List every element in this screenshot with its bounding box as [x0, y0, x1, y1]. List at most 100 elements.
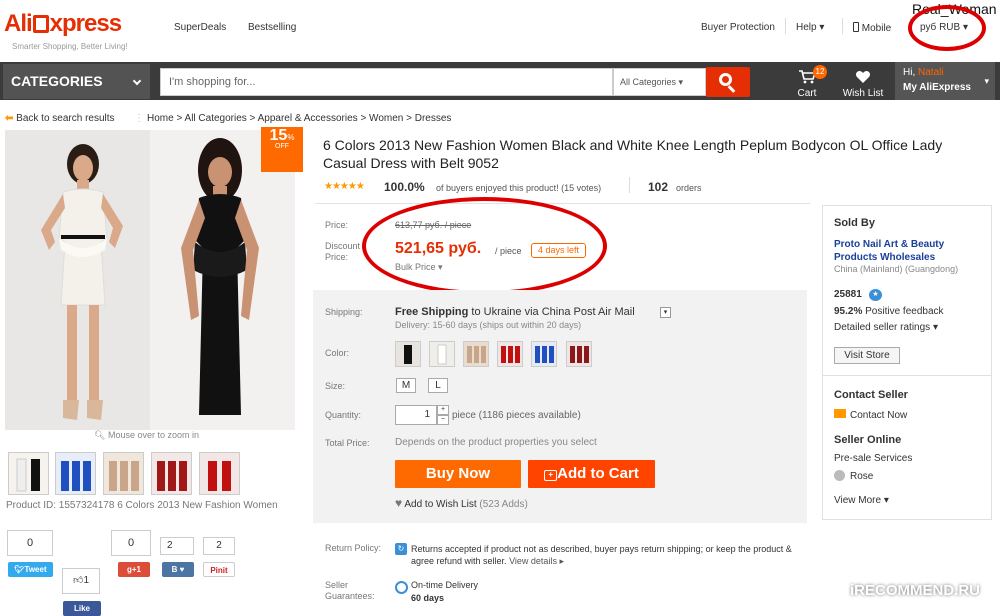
contact-now-link[interactable]: Contact Now [834, 409, 907, 421]
heart-icon: ♥ [395, 496, 403, 510]
ontime-delivery: On-time Delivery [411, 580, 479, 590]
tagline: Smarter Shopping, Better Living! [12, 42, 128, 51]
clock-icon [395, 581, 408, 594]
divider [785, 18, 786, 34]
rating-text: of buyers enjoyed this product! (15 vote… [436, 183, 602, 193]
arrow-left-icon: ⬅ [5, 113, 14, 124]
color-swatch-beige[interactable] [463, 341, 489, 367]
chevron-down-icon [132, 76, 142, 86]
product-title: 6 Colors 2013 New Fashion Women Black an… [323, 137, 943, 171]
orders-count: 102 [648, 180, 669, 194]
mobile-link[interactable]: Mobile [853, 22, 891, 34]
annotation-circle-currency [908, 5, 986, 51]
back-to-results-link[interactable]: ⬅ Back to search results [5, 113, 115, 124]
tweet-button[interactable]: 🐦︎Tweet [8, 562, 53, 577]
add-to-wishlist-link[interactable]: ♥ Add to Wish List (523 Adds) [395, 496, 528, 510]
bestselling-link[interactable]: Bestselling [248, 22, 296, 33]
shipping-dropdown[interactable]: ▾ [660, 307, 671, 318]
seller-location: China (Mainland) (Guangdong) [834, 264, 959, 274]
aliexpress-logo[interactable]: Ali xpress [4, 10, 122, 38]
detailed-ratings-link[interactable]: Detailed seller ratings ▾ [834, 322, 938, 333]
total-price-text: Depends on the product properties you se… [395, 437, 597, 448]
cart-count-badge: 12 [813, 65, 827, 79]
color-swatch-blue[interactable] [531, 341, 557, 367]
thumbnail[interactable] [55, 452, 96, 495]
buyer-protection-link[interactable]: Buyer Protection [701, 22, 775, 33]
ontime-days: 60 days [411, 593, 445, 603]
star-rating-icon: ★★★★★ [324, 181, 365, 192]
chevron-down-icon: ▾ [678, 77, 684, 87]
color-swatch-red[interactable] [497, 341, 523, 367]
facebook-count: 👍︎1 [62, 568, 100, 594]
view-more-link[interactable]: View More ▾ [834, 495, 889, 506]
color-swatch-black[interactable] [395, 341, 421, 367]
orders-label: orders [676, 183, 702, 193]
product-photo [5, 130, 295, 430]
facebook-like-button[interactable]: Like [63, 601, 101, 616]
product-main-image[interactable] [5, 130, 295, 430]
chevron-down-icon: ▾ [819, 22, 825, 33]
pinterest-button[interactable]: Pinit [203, 562, 235, 577]
agent-rose[interactable]: Rose [834, 470, 873, 482]
buy-now-button[interactable]: Buy Now [395, 460, 521, 488]
phone-icon [853, 22, 859, 32]
thumbnail[interactable] [103, 452, 144, 495]
breadcrumb[interactable]: Home > All Categories > Apparel & Access… [147, 113, 451, 124]
view-details-link[interactable]: View details ▸ [509, 556, 564, 566]
search-button[interactable] [706, 67, 750, 97]
chevron-down-icon: ▾ [984, 76, 989, 86]
heart-icon [855, 70, 871, 83]
size-option-m[interactable]: M [396, 378, 416, 393]
chevron-down-icon: ▾ [883, 495, 889, 506]
seller-score: 25881 [834, 289, 862, 300]
size-option-l[interactable]: L [428, 378, 448, 393]
quantity-increase[interactable]: + [437, 405, 449, 415]
twitter-icon: 🐦︎ [14, 565, 25, 574]
superdeals-link[interactable]: SuperDeals [174, 22, 226, 33]
positive-feedback: 95.2% Positive feedback [834, 306, 944, 317]
cart-icon: + [544, 470, 558, 481]
thumbnail[interactable] [199, 452, 240, 495]
pinterest-count: 2 [203, 537, 235, 555]
envelope-icon [834, 409, 846, 418]
tweet-count: 0 [7, 530, 53, 556]
quantity-available: piece (1186 pieces available) [452, 410, 581, 421]
product-id: Product ID: 1557324178 6 Colors 2013 New… [6, 500, 278, 511]
discount-badge: 15% OFF [261, 127, 303, 172]
site-watermark: iRECOMMEND.RU [850, 582, 980, 599]
store-name-link[interactable]: Proto Nail Art & Beauty Products Wholesal… [834, 238, 944, 264]
thumbnail[interactable] [8, 452, 49, 495]
heart-icon: ♥ [179, 565, 185, 574]
shipping-method: Free Shipping to Ukraine via China Post … [395, 306, 635, 318]
search-input[interactable]: I'm shopping for... [160, 68, 613, 96]
return-policy-text: Returns accepted if product not as descr… [411, 544, 792, 566]
vk-button[interactable]: B ♥ [162, 562, 194, 577]
medal-icon: ★ [869, 289, 882, 301]
visit-store-button[interactable]: Visit Store [834, 347, 900, 364]
thumbnail[interactable] [151, 452, 192, 495]
sold-by-heading: Sold By [834, 217, 875, 229]
wishlist-link[interactable]: Wish List [838, 70, 888, 99]
gplus-button[interactable]: g+1 [118, 562, 150, 577]
my-aliexpress-menu[interactable]: Hi, Natali My AliExpress ▾ [895, 62, 995, 100]
search-icon [719, 73, 732, 86]
quantity-decrease[interactable]: − [437, 415, 449, 425]
zoom-hint: 🔍︎ Mouse over to zoom in [94, 430, 199, 440]
search-category-select[interactable]: All Categories ▾ [613, 68, 706, 96]
help-menu[interactable]: Help ▾ [796, 22, 824, 33]
presale-label: Pre-sale Services [834, 453, 913, 464]
chevron-down-icon: ▾ [932, 322, 938, 333]
magnifier-icon: 🔍︎ [94, 430, 106, 440]
seller-online-heading: Seller Online [834, 434, 902, 446]
color-swatch-wine[interactable] [566, 341, 592, 367]
divider [842, 18, 843, 34]
gplus-count: 0 [111, 530, 151, 556]
return-icon: ↻ [395, 543, 407, 555]
rating-percent: 100.0% [384, 180, 425, 194]
categories-menu[interactable]: CATEGORIES [3, 64, 150, 99]
color-swatch-white[interactable] [429, 341, 455, 367]
quantity-input[interactable]: 1 [395, 405, 437, 425]
add-to-cart-button[interactable]: + Add to Cart [528, 460, 655, 488]
top-bar [0, 0, 1000, 62]
offline-status-icon [834, 470, 845, 481]
